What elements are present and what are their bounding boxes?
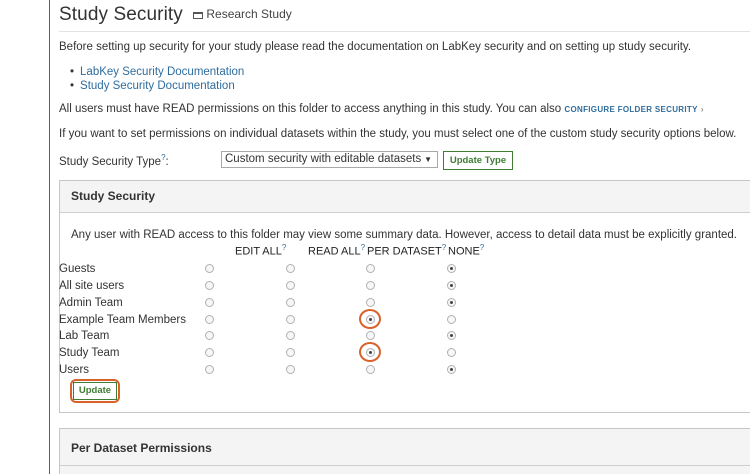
update-button[interactable]: Update — [73, 382, 117, 400]
folder-breadcrumb-label[interactable]: Research Study — [206, 7, 291, 21]
folder-breadcrumb[interactable]: Research Study — [193, 7, 292, 21]
permission-radio[interactable] — [447, 264, 456, 273]
labkey-security-doc-link[interactable]: LabKey Security Documentation — [80, 66, 244, 78]
group-label: Admin Team — [59, 296, 123, 309]
permission-radio[interactable] — [286, 280, 295, 290]
security-type-label-row: Study Security Type?: — [59, 153, 169, 168]
group-label: Users — [59, 364, 90, 377]
column-label: NONE — [448, 245, 480, 258]
security-type-selected-value: Custom security with editable datasets — [225, 153, 422, 165]
help-icon[interactable]: ? — [442, 243, 446, 252]
dataset-permissions-note: If you want to set permissions on indivi… — [59, 128, 737, 140]
permission-radio[interactable] — [286, 264, 295, 273]
read-permissions-sentence: All users must have READ permissions on … — [59, 103, 562, 115]
permission-radio[interactable] — [366, 297, 375, 307]
group-label: Example Team Members — [59, 313, 186, 326]
permission-radio[interactable] — [205, 297, 214, 307]
help-icon[interactable]: ? — [361, 243, 365, 252]
column-label: READ ALL — [308, 245, 361, 258]
page-frame: Study Security Research Study Before set… — [49, 0, 750, 474]
title-divider — [59, 31, 750, 32]
selection-highlight-ring — [359, 308, 381, 329]
column-label: EDIT ALL — [235, 245, 282, 258]
column-header-edit-all: EDIT ALL? — [235, 243, 286, 258]
permission-radio[interactable] — [205, 280, 214, 290]
permission-radio[interactable] — [366, 280, 375, 290]
panel-divider — [60, 465, 750, 466]
permission-radio[interactable] — [205, 264, 214, 273]
group-label: Lab Team — [59, 330, 110, 343]
permission-radio[interactable] — [447, 297, 456, 307]
group-label: Study Team — [59, 347, 120, 360]
column-header-read-all: READ ALL? — [308, 243, 365, 258]
study-security-panel-title: Study Security — [60, 181, 750, 213]
study-security-panel: Study Security Any user with READ access… — [59, 180, 750, 413]
page-title: Study Security — [59, 4, 183, 25]
doc-link-item[interactable]: • Study Security Documentation — [70, 80, 235, 92]
permission-radio[interactable] — [286, 297, 295, 307]
help-icon[interactable]: ? — [282, 243, 286, 252]
chevron-right-icon: › — [700, 105, 704, 114]
group-label: All site users — [59, 279, 125, 292]
security-type-select[interactable]: Custom security with editable datasets ▼ — [221, 151, 438, 168]
per-dataset-permissions-panel: Per Dataset Permissions — [59, 428, 750, 474]
permission-radio[interactable] — [366, 264, 375, 273]
study-security-doc-link[interactable]: Study Security Documentation — [80, 80, 235, 92]
permission-radio[interactable] — [286, 314, 295, 324]
bullet-icon: • — [70, 66, 75, 78]
configure-folder-security-link[interactable]: CONFIGURE FOLDER SECURITY — [564, 105, 697, 114]
permission-radio[interactable] — [205, 314, 214, 324]
doc-link-item[interactable]: • LabKey Security Documentation — [70, 66, 244, 78]
column-label: PER DATASET — [367, 245, 442, 258]
security-type-label: Study Security Type — [59, 155, 162, 168]
study-security-description: Any user with READ access to this folder… — [71, 229, 738, 241]
column-header-none: NONE? — [448, 243, 484, 258]
column-header-per-dataset: PER DATASET? — [367, 243, 446, 258]
help-icon[interactable]: ? — [161, 153, 165, 162]
permission-radio[interactable] — [447, 314, 456, 324]
intro-text: Before setting up security for your stud… — [59, 41, 692, 53]
help-icon[interactable]: ? — [480, 243, 484, 252]
folder-icon — [193, 12, 204, 19]
page-header: Study Security Research Study — [59, 4, 292, 26]
permission-radio[interactable] — [447, 280, 456, 290]
bullet-icon: • — [70, 80, 75, 92]
read-permissions-text: All users must have READ permissions on … — [59, 103, 704, 115]
update-type-button[interactable]: Update Type — [443, 151, 513, 170]
dropdown-arrow-icon: ▼ — [424, 155, 432, 164]
group-label: Guests — [59, 263, 96, 275]
per-dataset-permissions-title: Per Dataset Permissions — [71, 441, 212, 455]
